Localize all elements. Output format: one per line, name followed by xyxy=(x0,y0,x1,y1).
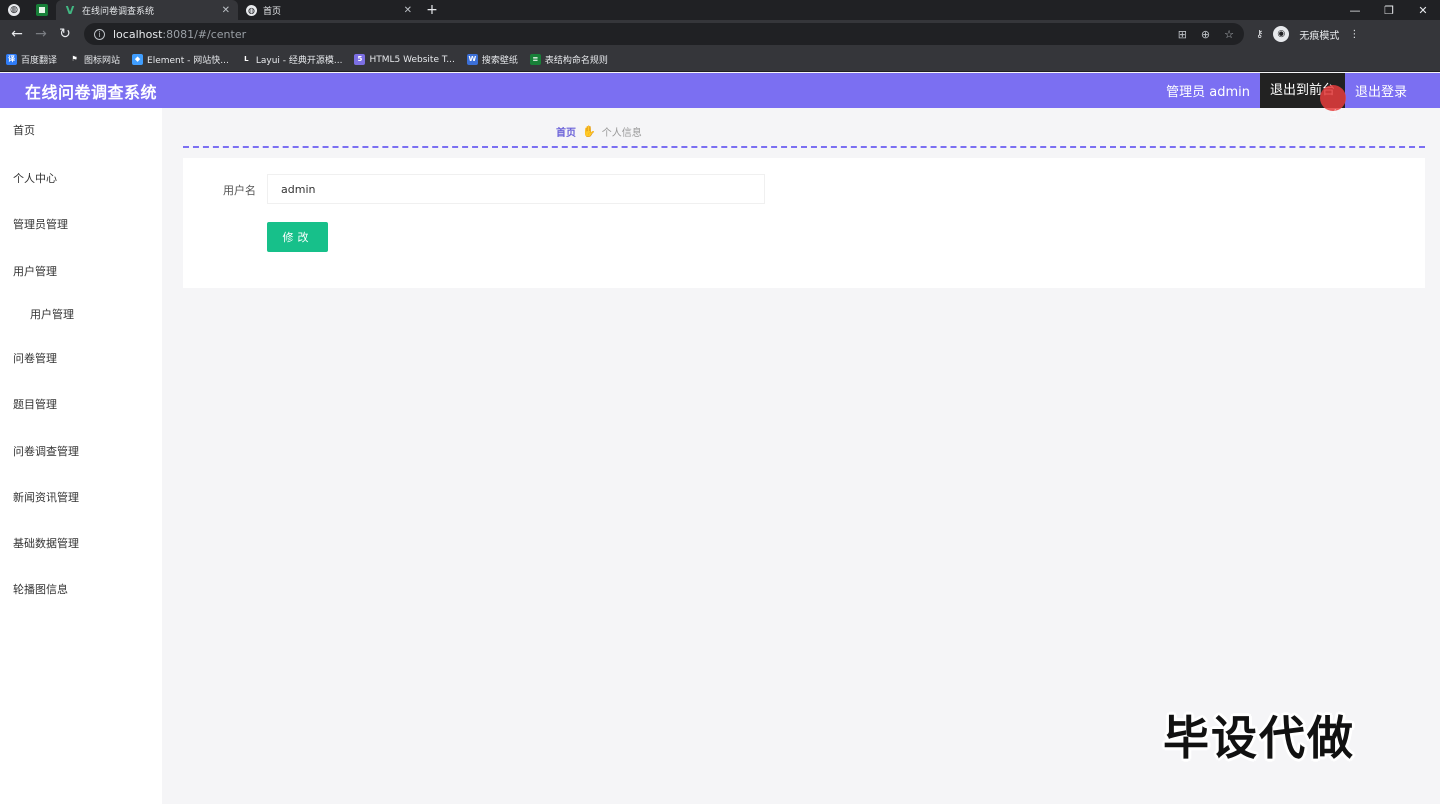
sidebar-item[interactable]: 题目管理 xyxy=(13,396,57,412)
bookmark-item[interactable]: 译百度翻译 xyxy=(6,53,57,66)
tab-active[interactable]: V 在线问卷调查系统 ✕ xyxy=(56,0,238,20)
pointer-hand-icon: ☝ xyxy=(1329,107,1338,121)
flag-icon: ⚑ xyxy=(69,54,81,65)
html5-icon: 5 xyxy=(354,54,366,65)
breadcrumb-current: 个人信息 xyxy=(601,128,642,139)
layui-icon: L xyxy=(240,54,252,65)
tab-home[interactable]: ◍ 首页 ✕ xyxy=(238,0,420,20)
sidebar-item[interactable]: 基础数据管理 xyxy=(13,535,79,551)
sidebar-item[interactable]: 问卷调查管理 xyxy=(13,443,79,459)
bookmark-label: Layui - 经典开源模... xyxy=(255,56,343,66)
bookmark-item[interactable]: L Layui - 经典开源模... xyxy=(240,53,343,66)
bookmark-label: HTML5 Website T... xyxy=(369,54,455,65)
incognito-icon[interactable]: ◉ xyxy=(1273,26,1290,42)
bookmark-item[interactable]: W 搜索壁纸 xyxy=(466,53,518,66)
sidebar-item[interactable]: 首页 xyxy=(13,122,35,138)
edit-button[interactable]: 修改 xyxy=(267,222,328,252)
bookmark-item[interactable]: ⚑ 图标网站 xyxy=(69,53,120,66)
watermark: 毕设代做 xyxy=(1163,711,1355,765)
bookmark-label: Element - 网站快... xyxy=(147,56,229,66)
tab-close-icon[interactable]: ✕ xyxy=(222,5,230,16)
window-controls: — ❐ ✕ xyxy=(1338,0,1440,20)
forward-icon[interactable]: → xyxy=(30,23,52,45)
restore-button[interactable]: ❐ xyxy=(1372,0,1406,20)
new-tab-button[interactable]: + xyxy=(420,0,444,20)
hand-icon: ✋ xyxy=(582,125,596,138)
translate-page-icon[interactable]: ⊞ xyxy=(1178,28,1187,41)
sidebar-subitem[interactable]: 用户管理 xyxy=(30,306,74,322)
sheet-icon: ≡ xyxy=(529,54,541,65)
vue-icon: V xyxy=(65,3,75,17)
element-icon: ◆ xyxy=(132,54,144,65)
star-icon[interactable]: ☆ xyxy=(1224,28,1234,41)
bookmark-item[interactable]: ◆ Element - 网站快... xyxy=(132,53,229,66)
sidebar: 首页 个人中心 管理员管理 用户管理 用户管理 问卷管理 题目管理 问卷调查管理 新闻资讯管理基… xyxy=(0,108,162,804)
username-input[interactable] xyxy=(267,174,765,204)
sidebar-item[interactable]: 问卷管理 xyxy=(13,350,57,366)
menu-dots-icon[interactable]: ⋮ xyxy=(1349,29,1359,40)
address-bar[interactable]: i localhost:8081/#/center ⊞ ⊕ ☆ xyxy=(84,23,1244,45)
divider xyxy=(183,146,1425,148)
bookmark-item[interactable]: 5 HTML5 Website T... xyxy=(354,54,455,65)
tab-title: 在线问卷调查系统 xyxy=(82,6,155,17)
bookmark-item[interactable]: ≡ 表结构命名规则 xyxy=(529,53,608,66)
url-text: localhost:8081/#/center xyxy=(113,27,247,41)
sidebar-item[interactable]: 新闻资讯管理 xyxy=(13,489,79,505)
zoom-icon[interactable]: ⊕ xyxy=(1201,28,1210,41)
bookmarks-bar: 译百度翻译 ⚑ 图标网站 ◆ Element - 网站快... L Layui - 经典开源… xyxy=(0,48,1440,72)
sidebar-item[interactable]: 管理员管理 xyxy=(13,216,68,232)
back-icon[interactable]: ← xyxy=(6,23,28,45)
reload-icon[interactable]: ↻ xyxy=(54,23,76,45)
breadcrumb: 首页 ✋ 个人信息 xyxy=(556,124,642,139)
app-title: 在线问卷调查系统 xyxy=(25,82,158,102)
user-label: 管理员 admin xyxy=(1166,85,1250,100)
browser-tabbar: ◍ V 在线问卷调查系统 ✕ ◍ 首页 ✕ + — ❐ ✕ xyxy=(0,0,1440,20)
info-icon[interactable]: i xyxy=(94,28,105,40)
wallpaper-icon: W xyxy=(466,54,478,65)
close-window-button[interactable]: ✕ xyxy=(1406,0,1440,20)
globe-icon: ◍ xyxy=(8,4,20,16)
minimize-button[interactable]: — xyxy=(1338,0,1372,20)
logout-button[interactable]: 退出登录 xyxy=(1345,81,1440,100)
globe-icon: ◍ xyxy=(246,4,257,16)
bookmark-label: 图标网站 xyxy=(84,56,121,66)
bookmark-label: 搜索壁纸 xyxy=(481,56,518,66)
translate-icon: 译 xyxy=(6,54,17,65)
exit-to-front-button[interactable]: 退出到前台 ☝ xyxy=(1259,73,1346,121)
pinned-tab-sheet[interactable] xyxy=(28,0,56,20)
bookmark-label: 百度翻译 xyxy=(21,56,58,66)
tab-close-icon[interactable]: ✕ xyxy=(404,5,412,16)
sidebar-item[interactable]: 轮播图信息 xyxy=(13,581,68,597)
sidebar-item[interactable]: 用户管理 xyxy=(13,263,57,279)
browser-toolbar: ← → ↻ i localhost:8081/#/center ⊞ ⊕ ☆ ⚷ … xyxy=(0,20,1440,48)
app-header: 在线问卷调查系统 管理员 admin 退出到前台 ☝ 退出登录 xyxy=(0,73,1440,121)
sidebar-item[interactable]: 个人中心 xyxy=(13,170,57,186)
sheet-icon xyxy=(36,4,48,16)
pinned-tab-globe[interactable]: ◍ xyxy=(0,0,28,20)
incognito-label[interactable]: 无痕模式 xyxy=(1299,27,1339,42)
tab-title: 首页 xyxy=(263,6,282,17)
breadcrumb-home[interactable]: 首页 xyxy=(556,124,576,139)
key-icon[interactable]: ⚷ xyxy=(1256,29,1263,40)
bookmark-label: 表结构命名规则 xyxy=(544,56,608,66)
profile-form-card: 用户名 修改 xyxy=(183,158,1425,288)
username-label: 用户名 xyxy=(223,184,256,197)
